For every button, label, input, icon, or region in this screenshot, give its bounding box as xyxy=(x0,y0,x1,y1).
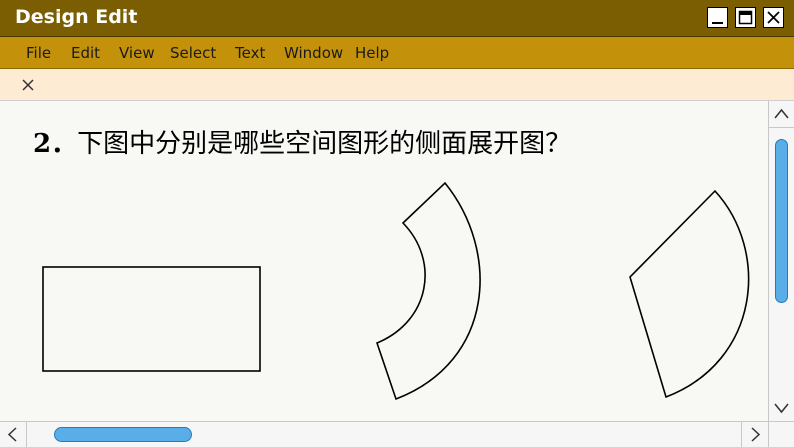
horizontal-scrollbar[interactable] xyxy=(0,421,768,447)
title-bar: Design Edit xyxy=(0,0,794,37)
horizontal-scroll-thumb[interactable] xyxy=(54,427,192,442)
vertical-scroll-thumb[interactable] xyxy=(775,139,788,303)
rectangle-figure xyxy=(42,266,261,372)
minimize-button[interactable] xyxy=(707,7,728,28)
document-canvas[interactable]: 2．下图中分别是哪些空间图形的侧面展开图？ xyxy=(0,101,768,421)
figures-canvas xyxy=(42,181,750,401)
menu-file[interactable]: File xyxy=(26,44,51,62)
maximize-icon xyxy=(738,10,753,25)
vertical-scrollbar[interactable] xyxy=(768,101,794,421)
menu-select[interactable]: Select xyxy=(170,44,216,62)
scrollbar-corner xyxy=(768,421,794,447)
menu-help[interactable]: Help xyxy=(355,44,389,62)
menu-view[interactable]: View xyxy=(119,44,155,62)
close-icon xyxy=(767,11,780,24)
annular-sector-figure xyxy=(376,181,481,401)
minimize-icon xyxy=(712,22,723,24)
scroll-right-icon[interactable] xyxy=(741,422,768,447)
menu-edit[interactable]: Edit xyxy=(71,44,100,62)
maximize-button[interactable] xyxy=(735,7,756,28)
menu-text[interactable]: Text xyxy=(235,44,265,62)
window-title: Design Edit xyxy=(15,6,138,28)
scroll-down-icon[interactable] xyxy=(769,395,794,421)
close-icon[interactable] xyxy=(19,76,37,94)
scroll-left-icon[interactable] xyxy=(0,422,27,447)
menu-window[interactable]: Window xyxy=(284,44,343,62)
circular-sector-figure xyxy=(629,189,750,399)
scroll-up-icon[interactable] xyxy=(769,101,794,128)
close-button[interactable] xyxy=(763,7,784,28)
tab-strip xyxy=(0,69,794,101)
menu-bar: File Edit View Select Text Window Help xyxy=(0,37,794,69)
